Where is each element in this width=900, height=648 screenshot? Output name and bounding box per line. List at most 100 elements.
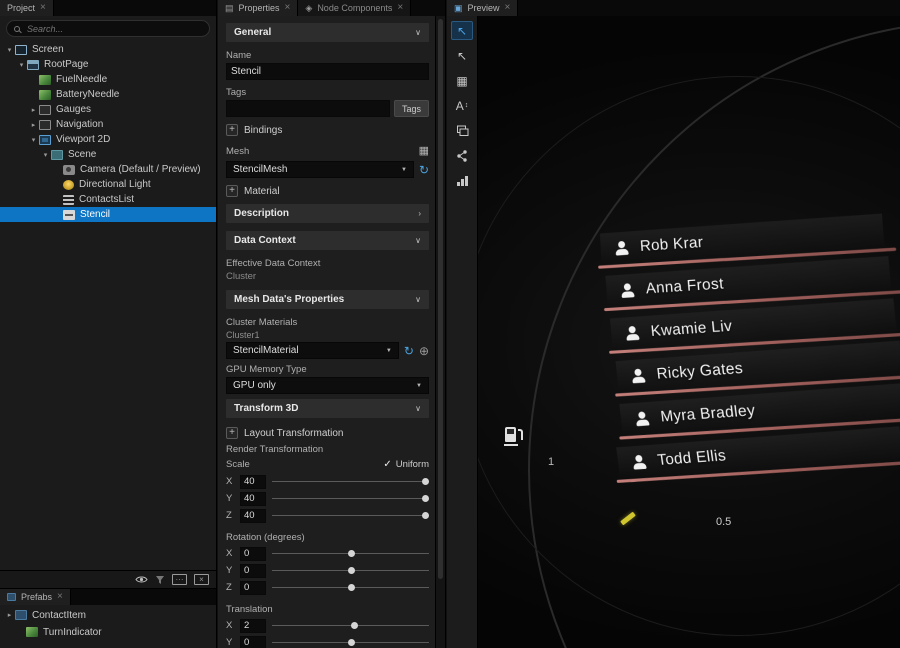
translation-x-input[interactable] xyxy=(240,619,266,633)
rotation-y-input[interactable] xyxy=(240,564,266,578)
scale-x-row: X xyxy=(226,473,429,490)
expander-icon[interactable]: ▸ xyxy=(28,121,39,129)
slider-knob[interactable] xyxy=(351,622,358,629)
plus-icon[interactable]: + xyxy=(226,427,238,439)
prefab-item-contactitem[interactable]: ▸ ContactItem xyxy=(0,608,216,622)
tab-preview[interactable]: ▣ Preview × xyxy=(447,0,518,16)
search-input[interactable] xyxy=(25,23,202,35)
mesh-dropdown[interactable]: StencilMesh ▼ xyxy=(226,161,414,178)
expander-icon[interactable]: ▾ xyxy=(28,136,39,144)
expander-icon[interactable]: ▾ xyxy=(40,151,51,159)
reset-icon[interactable]: ↻ xyxy=(404,345,414,357)
properties-content: General ∨ Name Tags Tags + Bindings Mesh… xyxy=(218,16,445,648)
tab-project[interactable]: Project × xyxy=(0,0,54,16)
tab-properties[interactable]: ▤ Properties × xyxy=(218,0,298,16)
scale-y-input[interactable] xyxy=(240,492,266,506)
connections-tool-icon[interactable] xyxy=(451,146,473,165)
target-icon[interactable]: ⊕ xyxy=(419,345,429,357)
plus-icon[interactable]: + xyxy=(226,124,238,136)
tree-item-batteryneedle[interactable]: BatteryNeedle xyxy=(0,87,216,102)
tree-item-gauges[interactable]: ▸Gauges xyxy=(0,102,216,117)
rotation-y-slider[interactable] xyxy=(272,564,429,577)
tree-item-navigation[interactable]: ▸Navigation xyxy=(0,117,216,132)
plus-icon[interactable]: + xyxy=(226,185,238,197)
scale-y-slider[interactable] xyxy=(272,492,429,505)
mesh-button-icon[interactable]: ▦ xyxy=(419,146,429,157)
tags-button[interactable]: Tags xyxy=(394,100,429,117)
rotation-z-input[interactable] xyxy=(240,581,266,595)
tree-item-directional-light[interactable]: Directional Light xyxy=(0,177,216,192)
reset-icon[interactable]: ↻ xyxy=(419,164,429,176)
grid-tool-icon[interactable]: ▦ xyxy=(451,71,473,90)
expander-icon[interactable]: ▸ xyxy=(4,611,15,619)
slider-knob[interactable] xyxy=(348,584,355,591)
project-search[interactable] xyxy=(6,20,210,37)
close-box-icon[interactable]: × xyxy=(194,574,209,585)
select-tool-icon[interactable]: ↖ xyxy=(451,21,473,40)
keyboard-icon[interactable]: ··· xyxy=(172,574,187,585)
close-icon[interactable]: × xyxy=(40,3,46,13)
prefab-item-turnindicator[interactable]: TurnIndicator xyxy=(0,625,216,639)
tags-field[interactable] xyxy=(226,100,390,117)
expander-icon[interactable]: ▾ xyxy=(16,61,27,69)
translation-x-slider[interactable] xyxy=(272,619,429,632)
tab-prefabs[interactable]: Prefabs × xyxy=(0,589,71,605)
section-mesh-data[interactable]: Mesh Data's Properties ∨ xyxy=(226,290,429,309)
tree-item-scene[interactable]: ▾Scene xyxy=(0,147,216,162)
slider-knob[interactable] xyxy=(348,639,355,646)
slider-knob[interactable] xyxy=(422,495,429,502)
scale-z-input[interactable] xyxy=(240,509,266,523)
slider-knob[interactable] xyxy=(348,567,355,574)
add-layout-transformation-row[interactable]: + Layout Transformation xyxy=(226,426,429,440)
filter-icon[interactable] xyxy=(155,575,165,585)
close-icon[interactable]: × xyxy=(397,3,403,13)
add-material-row[interactable]: + Material xyxy=(226,184,429,198)
tree-item-stencil[interactable]: Stencil xyxy=(0,207,216,222)
scale-x-input[interactable] xyxy=(240,475,266,489)
node2d-icon xyxy=(39,105,51,115)
expander-icon[interactable]: ▸ xyxy=(28,106,39,114)
visibility-eye-icon[interactable] xyxy=(135,574,148,585)
section-data-context[interactable]: Data Context ∨ xyxy=(226,231,429,250)
cluster-material-dropdown[interactable]: StencilMaterial ▼ xyxy=(226,342,399,359)
material-label: Material xyxy=(244,186,280,197)
expander-icon[interactable]: ▾ xyxy=(4,46,15,54)
rotation-x-slider[interactable] xyxy=(272,547,429,560)
scrollbar-thumb[interactable] xyxy=(438,19,443,579)
add-bindings-row[interactable]: + Bindings xyxy=(226,123,429,137)
tree-item-screen[interactable]: ▾Screen xyxy=(0,42,216,57)
translation-y-slider[interactable] xyxy=(272,636,429,648)
tree-item-fuelneedle[interactable]: FuelNeedle xyxy=(0,72,216,87)
tree-item-viewport2d[interactable]: ▾Viewport 2D xyxy=(0,132,216,147)
name-field[interactable] xyxy=(226,63,429,80)
tree-item-camera[interactable]: Camera (Default / Preview) xyxy=(0,162,216,177)
section-general[interactable]: General ∨ xyxy=(226,23,429,42)
section-transform-3d[interactable]: Transform 3D ∨ xyxy=(226,399,429,418)
uniform-checkbox[interactable]: ✓ Uniform xyxy=(383,459,429,470)
layers-tool-icon[interactable] xyxy=(451,121,473,140)
close-icon[interactable]: × xyxy=(505,3,511,13)
person-icon xyxy=(634,411,651,426)
properties-scrollbar[interactable] xyxy=(435,16,445,648)
slider-knob[interactable] xyxy=(422,478,429,485)
stats-tool-icon[interactable] xyxy=(451,171,473,190)
close-icon[interactable]: × xyxy=(285,3,291,13)
scale-z-slider[interactable] xyxy=(272,509,429,522)
text-tool-icon[interactable]: A↕ xyxy=(451,96,473,115)
pointer-tool-icon[interactable]: ↖ xyxy=(451,46,473,65)
section-description[interactable]: Description › xyxy=(226,204,429,223)
scale-x-slider[interactable] xyxy=(272,475,429,488)
preview-viewport[interactable]: Rob Krar Anna Frost Kwamie Liv Ricky Gat… xyxy=(478,16,900,648)
tab-node-components[interactable]: ◈ Node Components × xyxy=(298,0,411,16)
close-icon[interactable]: × xyxy=(57,592,63,602)
page-icon xyxy=(27,60,39,70)
rotation-z-slider[interactable] xyxy=(272,581,429,594)
slider-knob[interactable] xyxy=(422,512,429,519)
gpu-memory-dropdown[interactable]: GPU only ▼ xyxy=(226,377,429,394)
tree-item-contactslist[interactable]: ContactsList xyxy=(0,192,216,207)
translation-y-input[interactable] xyxy=(240,636,266,648)
slider-knob[interactable] xyxy=(348,550,355,557)
rotation-x-input[interactable] xyxy=(240,547,266,561)
tree-item-label: Directional Light xyxy=(79,179,151,190)
tree-item-rootpage[interactable]: ▾RootPage xyxy=(0,57,216,72)
